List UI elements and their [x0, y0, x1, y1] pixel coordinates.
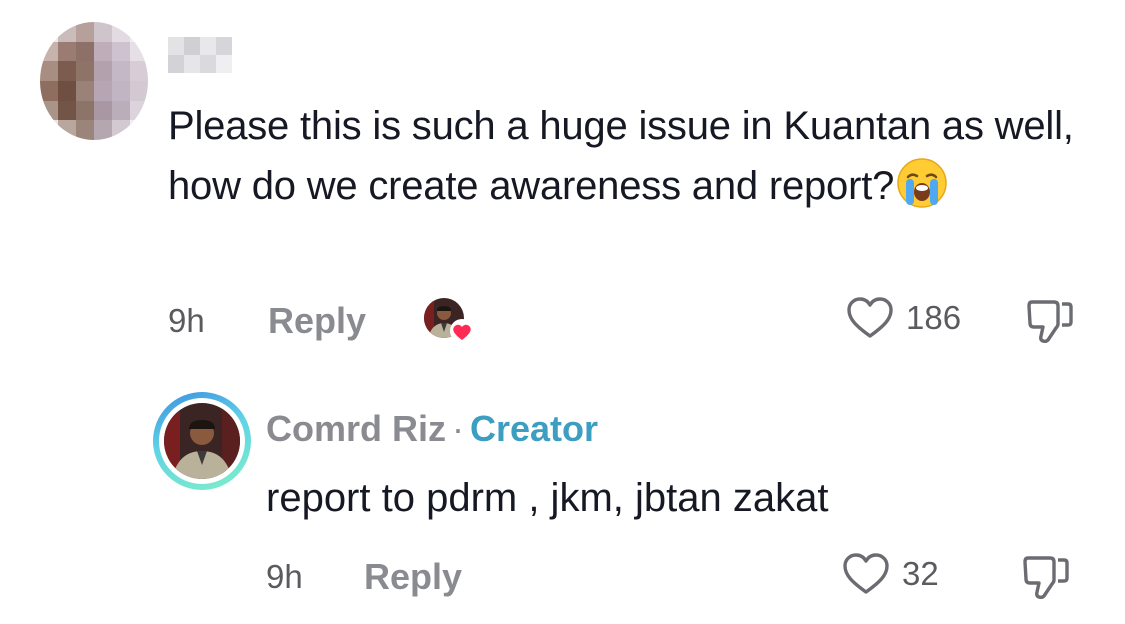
reply-body: report to pdrm , jkm, jbtan zakat [266, 476, 829, 520]
heart-outline-icon[interactable] [846, 296, 894, 340]
commenter-avatar[interactable] [40, 22, 148, 140]
comment-like-count: 186 [906, 299, 962, 336]
comment-time: 9h [168, 302, 205, 339]
reply-actions: 9h Reply 32 [266, 548, 1086, 604]
commenter-username-blurred[interactable] [168, 37, 232, 73]
thumbs-down-icon[interactable] [1024, 294, 1076, 346]
reply-username[interactable]: Comrd Riz [266, 408, 446, 449]
reply-separator: · [452, 408, 464, 449]
creator-avatar[interactable] [153, 392, 251, 490]
comment-actions: 9h Reply 186 [168, 292, 1088, 348]
reply-like-count: 32 [902, 555, 939, 592]
reply-time: 9h [266, 558, 303, 595]
heart-outline-icon[interactable] [842, 552, 890, 596]
creator-avatar-image [164, 403, 240, 479]
reply-like-group[interactable]: 32 [842, 552, 939, 596]
reply-reply-button[interactable]: Reply [364, 556, 462, 598]
creator-liked-badge [424, 298, 474, 343]
heart-badge-icon [450, 319, 474, 343]
reply-header: Comrd Riz · Creator [266, 408, 598, 450]
comment-body: Please this is such a huge issue in Kuan… [168, 96, 1078, 216]
comment-reply-button[interactable]: Reply [268, 300, 366, 342]
thumbs-down-icon[interactable] [1020, 550, 1072, 602]
creator-badge: Creator [470, 408, 599, 449]
loudly-crying-face-icon [897, 158, 947, 208]
comment-thread: Please this is such a huge issue in Kuan… [0, 0, 1125, 624]
comment-like-group[interactable]: 186 [846, 296, 961, 340]
